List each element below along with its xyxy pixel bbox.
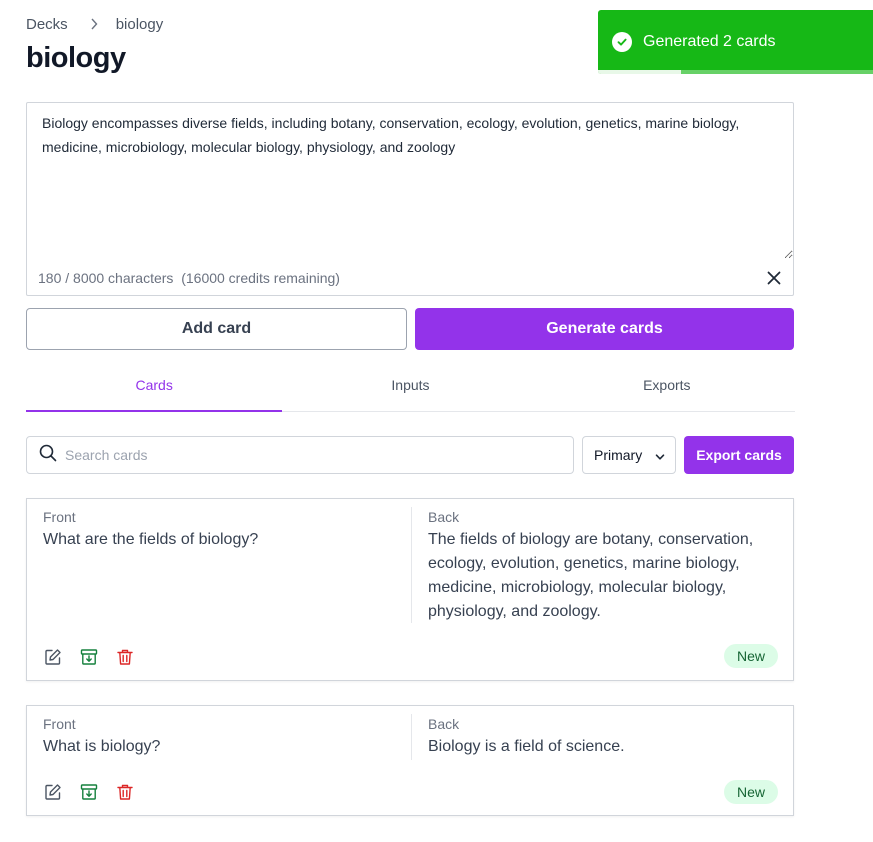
search-input[interactable] [65,447,545,463]
archive-button[interactable] [79,782,99,802]
card-front: Front What is biology? [43,714,413,760]
pencil-icon [45,784,61,800]
chevron-down-icon [654,450,666,466]
export-cards-button[interactable]: Export cards [684,436,794,474]
success-toast[interactable]: Generated 2 cards [598,10,873,74]
edit-button[interactable] [43,782,63,802]
trash-icon [117,649,133,665]
check-circle-icon [612,32,632,52]
card-front: Front What are the fields of biology? [43,507,413,627]
back-label: Back [428,716,460,732]
trash-icon [117,784,133,800]
card-back: Back Biology is a field of science. [411,714,781,760]
delete-button[interactable] [115,782,135,802]
close-icon [767,271,781,285]
source-text-input[interactable] [27,103,793,259]
archive-button[interactable] [79,647,99,667]
card-actions [43,782,135,802]
chevron-right-icon [88,18,100,30]
delete-button[interactable] [115,647,135,667]
character-count: 180 / 8000 characters [38,270,174,286]
tab-exports[interactable]: Exports [539,366,795,411]
front-text: What are the fields of biology? [43,531,259,548]
pencil-icon [45,649,61,665]
search-box [26,436,574,474]
back-text: The fields of biology are botany, conser… [428,531,754,620]
select-value: Primary [594,447,643,463]
page-title: biology [26,42,126,74]
generate-cards-button[interactable]: Generate cards [415,308,794,350]
credits-remaining: (16000 credits remaining) [181,270,340,286]
archive-icon [80,649,98,665]
tab-inputs[interactable]: Inputs [282,366,538,411]
add-card-button[interactable]: Add card [26,308,407,350]
status-badge: New [723,644,778,668]
status-badge: New [723,780,778,804]
flashcard: Front What are the fields of biology? Ba… [26,498,794,681]
character-counter: 180 / 8000 characters (16000 credits rem… [38,270,340,286]
flashcard: Front What is biology? Back Biology is a… [26,705,794,816]
tab-bar: Cards Inputs Exports [26,366,795,412]
front-label: Front [43,716,76,732]
toast-progress-track [598,70,873,74]
toast-progress-bar [598,70,681,74]
card-back: Back The fields of biology are botany, c… [411,507,781,623]
tab-cards[interactable]: Cards [26,366,283,412]
archive-icon [80,784,98,800]
front-text: What is biology? [43,738,161,755]
card-actions [43,647,135,667]
back-label: Back [428,509,460,525]
breadcrumb-current: biology [115,15,164,33]
deck-filter-select[interactable]: Primary [582,436,676,474]
breadcrumb-decks-link[interactable]: Decks [26,16,68,33]
edit-button[interactable] [43,647,63,667]
breadcrumb: Decks biology [26,14,163,34]
front-label: Front [43,509,76,525]
source-text-box: 180 / 8000 characters (16000 credits rem… [26,102,794,296]
search-icon [39,444,57,467]
clear-input-button[interactable] [765,269,783,287]
back-text: Biology is a field of science. [428,738,625,755]
toast-message: Generated 2 cards [643,33,776,50]
